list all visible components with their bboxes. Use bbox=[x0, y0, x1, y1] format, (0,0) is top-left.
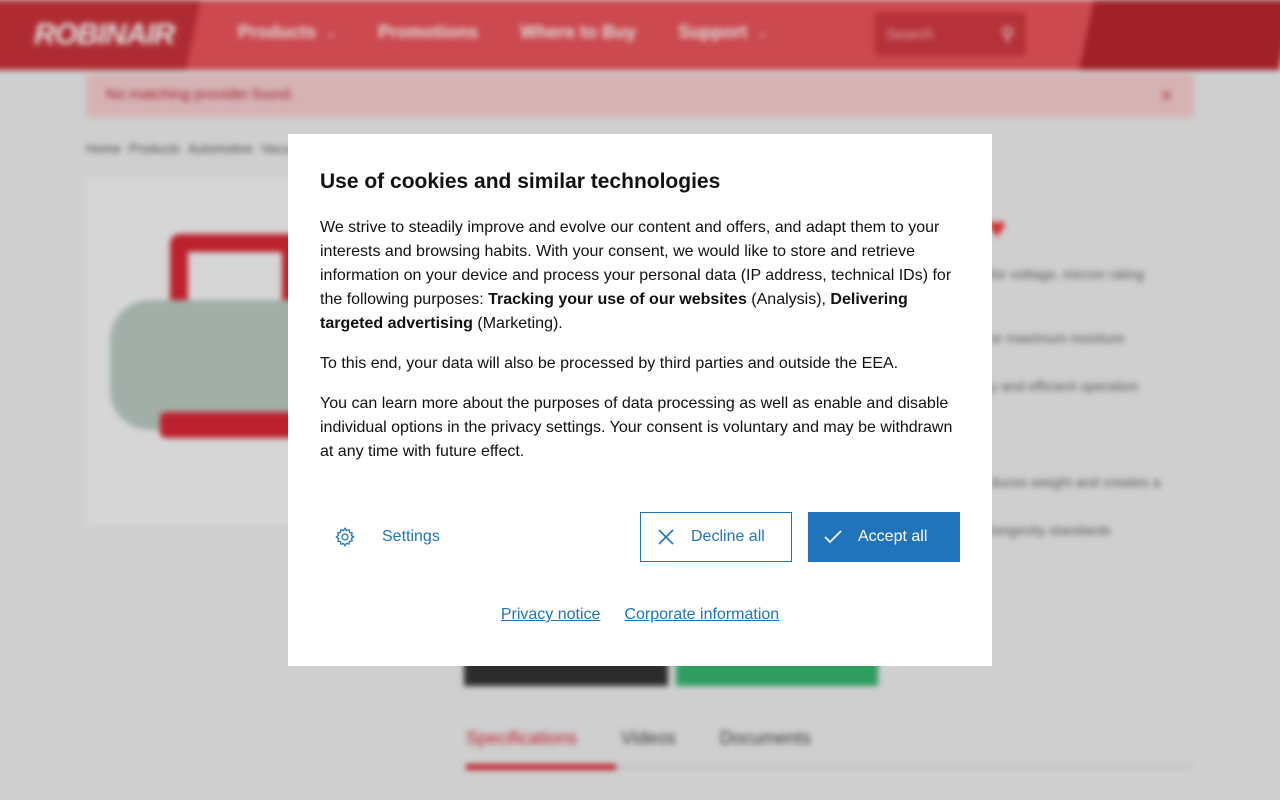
purpose-analysis: Tracking your use of our websites bbox=[488, 291, 747, 308]
close-icon bbox=[641, 528, 691, 546]
third-party-paragraph: To this end, your data will also be proc… bbox=[320, 355, 899, 372]
accept-all-button[interactable]: Accept all bbox=[808, 512, 960, 562]
corporate-information-link[interactable]: Corporate information bbox=[624, 606, 779, 624]
consent-paragraph: We strive to steadily improve and evolve… bbox=[320, 216, 960, 336]
gear-icon bbox=[320, 526, 370, 548]
decline-label: Decline all bbox=[691, 528, 765, 545]
decline-all-button[interactable]: Decline all bbox=[640, 512, 792, 562]
accept-label: Accept all bbox=[858, 528, 928, 545]
settings-info-paragraph: You can learn more about the purposes of… bbox=[320, 395, 953, 460]
privacy-notice-link[interactable]: Privacy notice bbox=[501, 606, 601, 624]
settings-button[interactable]: Settings bbox=[320, 512, 440, 562]
dialog-title: Use of cookies and similar technologies bbox=[320, 170, 721, 193]
dialog-footer-links: Privacy notice Corporate information bbox=[288, 606, 992, 624]
dialog-actions: Settings Decline all Accept all bbox=[320, 512, 960, 562]
purpose-marketing-suffix: (Marketing). bbox=[472, 315, 563, 332]
purpose-analysis-suffix: (Analysis), bbox=[746, 291, 831, 308]
checkmark-icon bbox=[808, 530, 858, 544]
cookie-consent-dialog: Use of cookies and similar technologies … bbox=[288, 134, 992, 666]
settings-label: Settings bbox=[382, 528, 440, 545]
